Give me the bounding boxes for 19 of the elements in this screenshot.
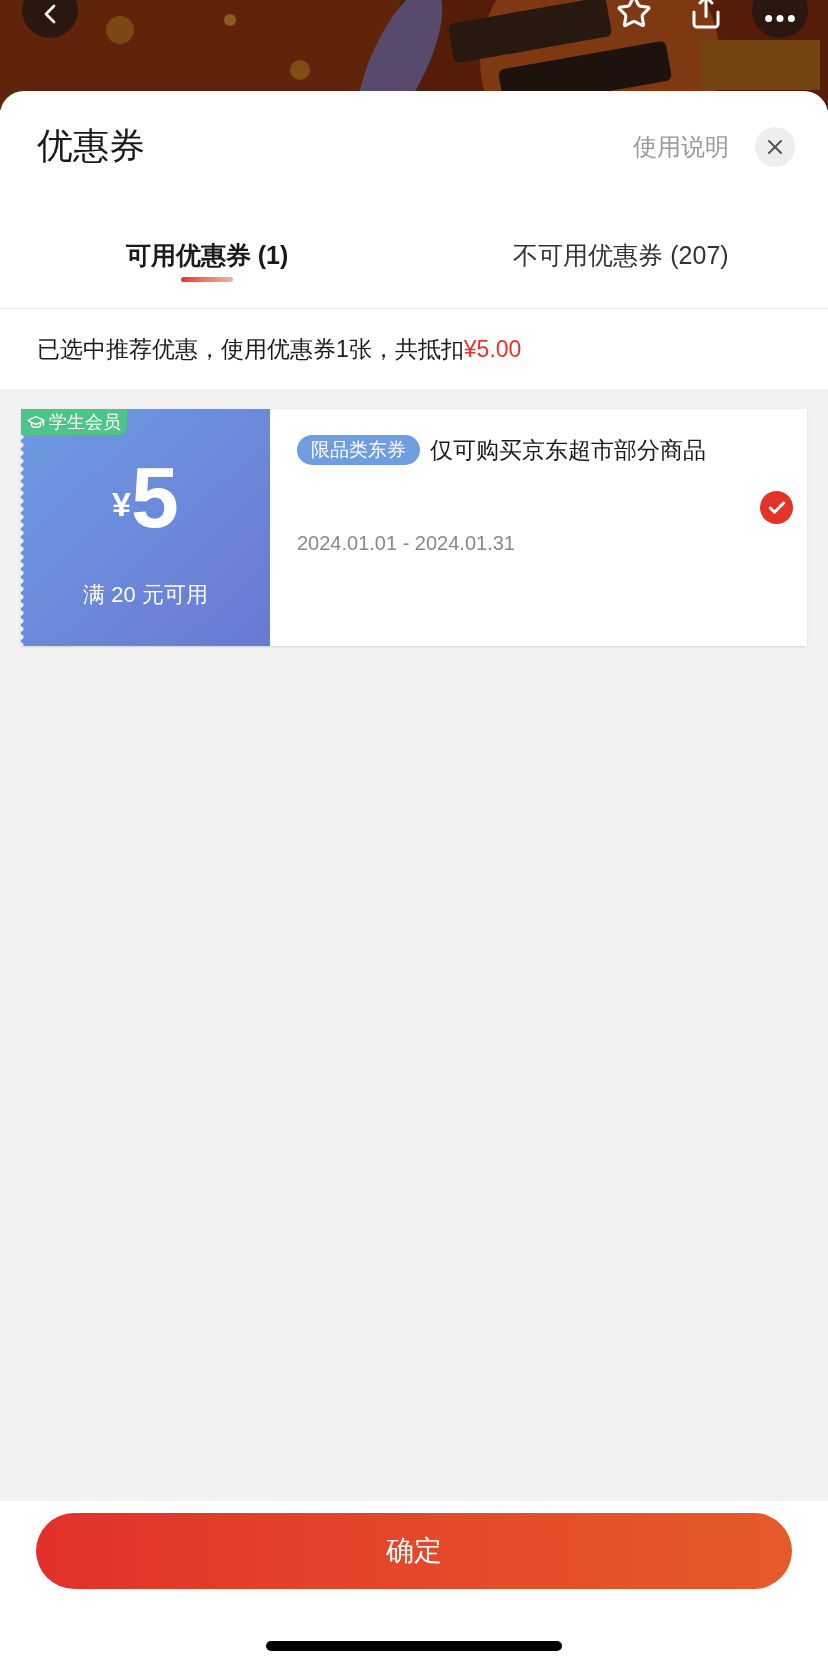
more-icon: [765, 14, 795, 22]
currency-sign: ¥: [112, 485, 132, 523]
star-icon[interactable]: [616, 0, 652, 30]
graduation-cap-icon: [27, 413, 45, 431]
coupon-description: 仅可购买京东超市部分商品: [430, 436, 706, 465]
category-tag: 限品类东券: [297, 435, 420, 466]
coupon-condition: 满 20 元可用: [83, 581, 208, 609]
sheet-title: 优惠券: [37, 124, 145, 168]
coupon-card[interactable]: 学生会员 ¥5 满 20 元可用 限品类东券 仅可购买京东超市部分商品 2024.01.01 - 2024.01.31: [21, 409, 807, 646]
member-badge: 学生会员: [21, 409, 127, 435]
selection-check[interactable]: [760, 491, 793, 524]
confirm-button[interactable]: 确定: [36, 1513, 792, 1589]
tab[interactable]: 不可用优惠券 (207): [414, 227, 828, 308]
coupon-value: 5: [131, 454, 179, 540]
tab-underline: [181, 277, 233, 282]
validity-date: 2024.01.01 - 2024.01.31: [297, 530, 516, 556]
tab[interactable]: 可用优惠券 (1): [0, 227, 414, 308]
summary-text: 已选中推荐优惠，使用优惠券1张，共抵扣¥5.00: [36, 334, 523, 364]
close-button[interactable]: [755, 127, 795, 167]
